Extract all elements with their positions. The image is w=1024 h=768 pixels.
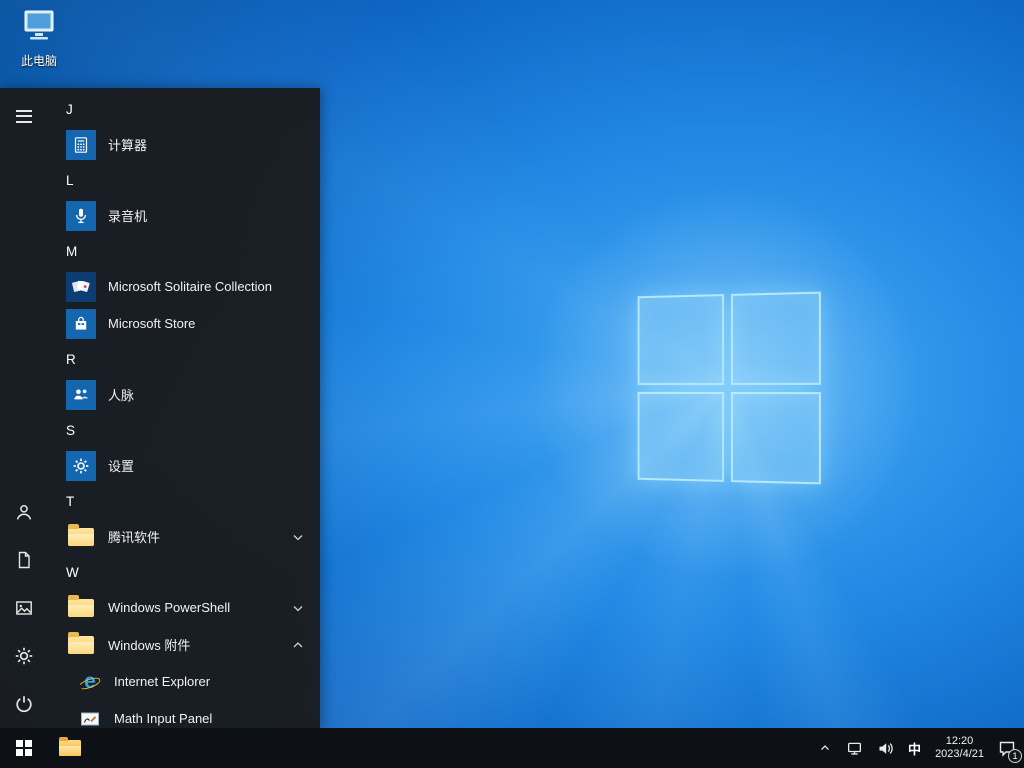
- app-item-settings[interactable]: 设置: [48, 447, 320, 484]
- volume-tray-button[interactable]: [870, 728, 901, 768]
- app-label: Internet Explorer: [114, 674, 211, 689]
- screen: 此电脑 J 计算器 L 录音机 M Microsoft Solitaire Co…: [0, 0, 1024, 768]
- file-explorer-button[interactable]: [48, 728, 92, 768]
- app-item-calculator[interactable]: 计算器: [48, 126, 320, 163]
- section-header-j[interactable]: J: [48, 92, 320, 126]
- app-label: 录音机: [108, 209, 148, 224]
- section-letter: W: [66, 564, 79, 580]
- windows-logo-pane: [637, 391, 724, 482]
- microphone-icon: [66, 200, 96, 231]
- store-bag-icon: [66, 308, 96, 339]
- power-button[interactable]: [0, 680, 48, 728]
- pictures-icon: [16, 601, 32, 615]
- app-label: Microsoft Store: [108, 316, 196, 331]
- chevron-down-icon: [290, 529, 306, 545]
- folder-item-windows-accessories[interactable]: Windows 附件: [48, 626, 320, 663]
- chevron-up-icon: [821, 745, 829, 750]
- user-account-button[interactable]: [0, 488, 48, 536]
- clock-time: 12:20: [945, 735, 974, 747]
- desktop-icon-this-pc[interactable]: 此电脑: [8, 8, 70, 69]
- chevron-up-icon: [290, 637, 306, 653]
- app-label: 计算器: [108, 138, 148, 153]
- section-header-w[interactable]: W: [48, 555, 320, 589]
- chevron-down-icon: [290, 600, 306, 616]
- app-item-microsoft-store[interactable]: Microsoft Store: [48, 305, 320, 342]
- folder-item-tencent[interactable]: 腾讯软件: [48, 518, 320, 555]
- taskbar-clock[interactable]: 12:20 2023/4/21: [928, 728, 991, 768]
- calculator-icon: [66, 129, 96, 160]
- windows-logo-wallpaper: [637, 291, 821, 485]
- start-menu-app-list: J 计算器 L 录音机 M Microsoft Solitaire Collec…: [48, 88, 320, 728]
- user-icon: [16, 504, 32, 520]
- section-letter: J: [66, 101, 73, 117]
- windows-logo-icon: [16, 740, 32, 756]
- file-explorer-icon: [59, 736, 81, 756]
- settings-gear-icon: [66, 450, 96, 481]
- section-header-r[interactable]: R: [48, 342, 320, 376]
- network-icon: [848, 742, 862, 755]
- start-menu: J 计算器 L 录音机 M Microsoft Solitaire Collec…: [0, 88, 320, 728]
- action-center-button[interactable]: 1: [991, 728, 1024, 768]
- taskbar: 中 12:20 2023/4/21 1: [0, 728, 1024, 768]
- app-label: 腾讯软件: [108, 530, 161, 545]
- clock-date: 2023/4/21: [935, 748, 984, 760]
- app-item-people[interactable]: 人脉: [48, 376, 320, 413]
- network-tray-button[interactable]: [839, 728, 870, 768]
- people-icon: [66, 379, 96, 410]
- system-tray: 中 12:20 2023/4/21 1: [811, 728, 1024, 768]
- pictures-button[interactable]: [0, 584, 48, 632]
- speaker-icon: [879, 742, 893, 754]
- app-item-solitaire[interactable]: Microsoft Solitaire Collection: [48, 268, 320, 305]
- section-letter: R: [66, 351, 76, 367]
- section-letter: L: [66, 172, 74, 188]
- app-item-math-input-panel[interactable]: Math Input Panel: [48, 700, 320, 728]
- start-button[interactable]: [0, 728, 48, 768]
- folder-icon: [66, 522, 96, 552]
- rail-bottom-group: [0, 488, 48, 728]
- ime-language-indicator[interactable]: 中: [901, 728, 928, 768]
- show-hidden-icons-button[interactable]: [811, 728, 839, 768]
- hamburger-icon: [16, 109, 32, 123]
- settings-rail-button[interactable]: [0, 632, 48, 680]
- app-label: 设置: [108, 459, 135, 474]
- app-label: Microsoft Solitaire Collection: [108, 279, 273, 294]
- windows-logo-pane: [730, 291, 821, 385]
- section-letter: S: [66, 422, 76, 438]
- app-label: Math Input Panel: [114, 711, 213, 726]
- gear-icon: [15, 647, 33, 665]
- documents-button[interactable]: [0, 536, 48, 584]
- this-pc-icon: [19, 8, 59, 49]
- section-header-t[interactable]: T: [48, 484, 320, 518]
- app-label: 人脉: [108, 388, 135, 403]
- app-item-internet-explorer[interactable]: e Internet Explorer: [48, 663, 320, 700]
- windows-logo-pane: [730, 391, 821, 485]
- folder-icon: [66, 593, 96, 623]
- folder-item-powershell[interactable]: Windows PowerShell: [48, 589, 320, 626]
- desktop-icon-label: 此电脑: [20, 54, 57, 68]
- section-letter: T: [66, 493, 75, 509]
- power-icon: [16, 696, 32, 713]
- expand-menu-button[interactable]: [0, 92, 48, 140]
- document-icon: [18, 551, 30, 569]
- app-item-voice-recorder[interactable]: 录音机: [48, 197, 320, 234]
- section-letter: M: [66, 243, 78, 259]
- notification-badge: 1: [1008, 749, 1022, 763]
- solitaire-cards-icon: [66, 271, 96, 302]
- windows-logo-pane: [637, 294, 724, 385]
- folder-icon: [66, 630, 96, 660]
- section-header-s[interactable]: S: [48, 413, 320, 447]
- math-input-panel-icon: [78, 707, 102, 729]
- app-label: Windows 附件: [108, 638, 191, 653]
- internet-explorer-icon: e: [77, 670, 102, 694]
- section-header-m[interactable]: M: [48, 234, 320, 268]
- start-menu-rail: [0, 88, 48, 728]
- section-header-l[interactable]: L: [48, 163, 320, 197]
- app-label: Windows PowerShell: [108, 600, 231, 615]
